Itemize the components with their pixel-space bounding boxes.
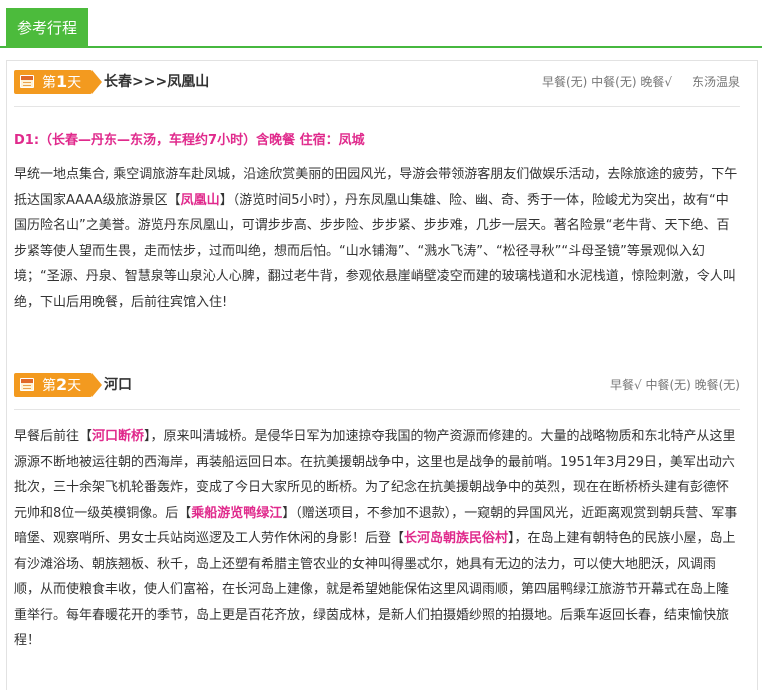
day-route: 河口 <box>104 377 132 393</box>
day-label: 第2天 <box>42 375 82 394</box>
calendar-icon <box>20 75 34 88</box>
day-badge: 第2天 <box>14 373 102 397</box>
day-description: 早统一地点集合, 乘空调旅游车赴凤城，沿途欣赏美丽的田园风光，导游会带领游客朋友… <box>14 167 738 310</box>
tab-reference-itinerary[interactable]: 参考行程 <box>6 8 88 48</box>
meals: 早餐√ 中餐(无) 晚餐(无) <box>609 378 740 392</box>
day-badge: 第1天 <box>14 70 102 94</box>
meal-info: 早餐(无) 中餐(无) 晚餐√ 东汤温泉 <box>542 72 740 92</box>
hotel-name: 东汤温泉 <box>691 75 740 89</box>
spot-highlight[interactable]: 乘船游览鸭绿江 <box>191 506 282 521</box>
day-description: 早餐后前往【河口断桥】，原来叫清城桥。是侵华日军为加速掠夺我国的物产资源而修建的… <box>14 429 738 648</box>
tab-bar: 参考行程 <box>0 0 762 48</box>
day-header: 第2天 河口 早餐√ 中餐(无) 晚餐(无) <box>14 373 740 410</box>
spot-highlight[interactable]: 凤凰山 <box>181 193 220 208</box>
day-title: D1:（长春—丹东—东汤，车程约7小时）含晚餐 住宿：凤城 <box>14 133 365 148</box>
day-2: 第2天 河口 早餐√ 中餐(无) 晚餐(无) 早餐后前往【河口断桥】，原来叫清城… <box>14 373 740 654</box>
meal-info: 早餐√ 中餐(无) 晚餐(无) <box>610 375 740 395</box>
spot-highlight[interactable]: 长河岛朝族民俗村 <box>404 531 508 546</box>
spot-highlight[interactable]: 河口断桥 <box>92 429 144 444</box>
day-route: 长春>>>凤凰山 <box>104 74 210 90</box>
day-header: 第1天 长春>>>凤凰山 早餐(无) 中餐(无) 晚餐√ 东汤温泉 <box>14 70 740 107</box>
day-1: 第1天 长春>>>凤凰山 早餐(无) 中餐(无) 晚餐√ 东汤温泉 D1:（长春—… <box>14 70 740 315</box>
day-label: 第1天 <box>42 72 82 91</box>
calendar-icon <box>20 378 34 391</box>
meals: 早餐(无) 中餐(无) 晚餐√ <box>541 75 672 89</box>
